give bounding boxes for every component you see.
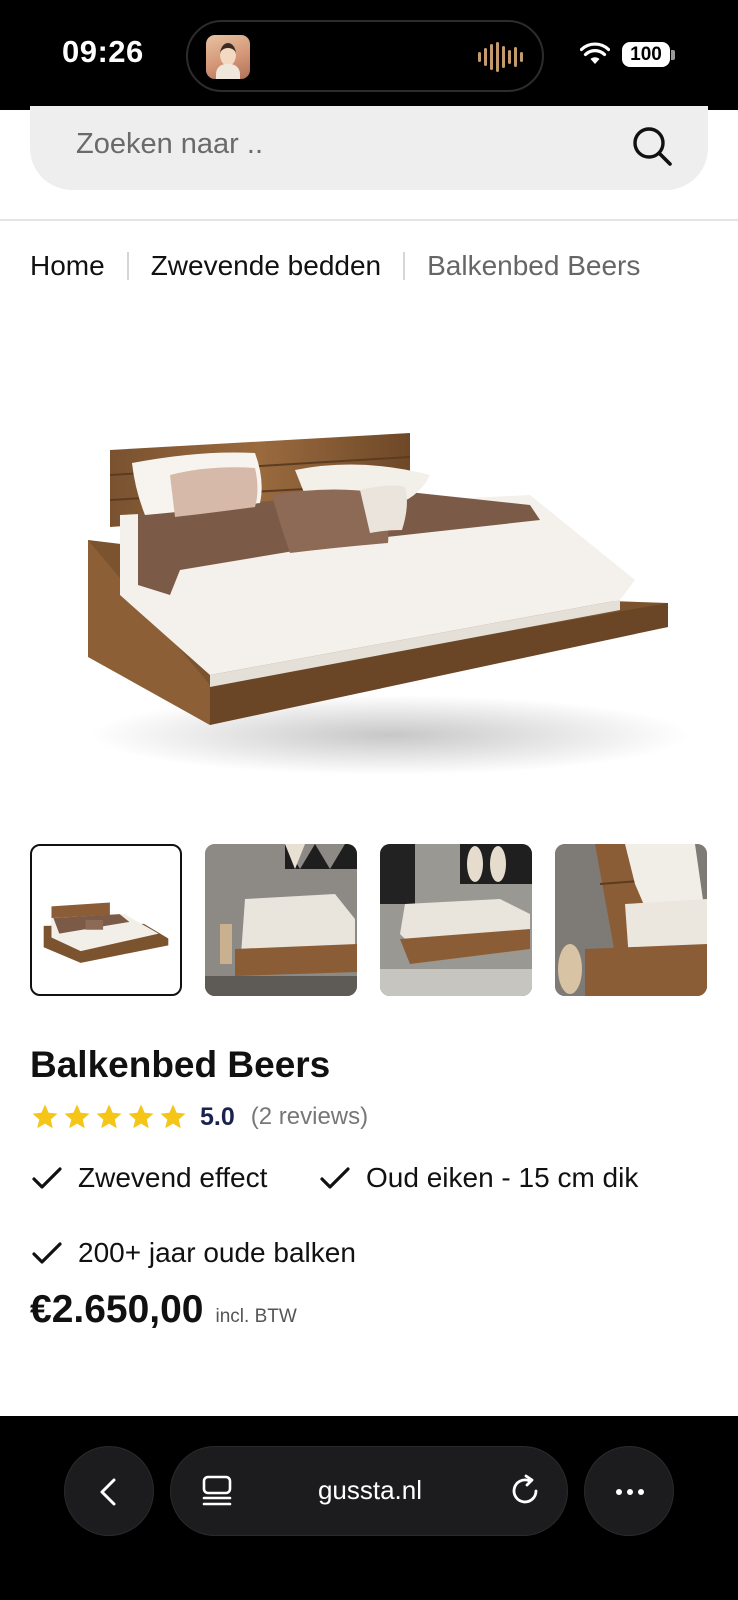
breadcrumb-separator: [126, 252, 129, 280]
star-icon: [64, 1104, 90, 1129]
star-icon: [32, 1104, 58, 1129]
check-icon: [32, 1242, 62, 1264]
audio-waveform-icon: [478, 42, 523, 72]
product-title: Balkenbed Beers: [30, 1044, 331, 1085]
price-block: €2.650,00 incl. BTW: [30, 1288, 297, 1332]
dynamic-island[interactable]: [186, 20, 544, 92]
address-bar[interactable]: gussta.nl: [170, 1446, 568, 1536]
usp-label: 200+ jaar oude balken: [78, 1237, 356, 1268]
check-icon: [32, 1167, 62, 1189]
usp-label: Oud eiken - 15 cm dik: [366, 1162, 639, 1193]
chevron-left-icon: [100, 1478, 116, 1506]
star-icon: [160, 1104, 186, 1129]
usp-item: 200+ jaar oude balken: [30, 1237, 356, 1269]
vat-note: incl. BTW: [215, 1306, 297, 1327]
thumbnail-4[interactable]: [555, 844, 707, 996]
now-playing-artwork: [206, 35, 250, 79]
clock-time: 09:26: [62, 34, 144, 69]
breadcrumb-separator: [403, 252, 406, 280]
product-rating[interactable]: 5.0 (2 reviews): [30, 1102, 368, 1132]
more-icon: [616, 1489, 644, 1495]
thumbnail-strip: [30, 844, 707, 996]
breadcrumb-category[interactable]: Zwevende bedden: [151, 250, 381, 282]
star-icon: [128, 1104, 154, 1129]
back-button[interactable]: [64, 1446, 154, 1536]
breadcrumb: Home Zwevende bedden Balkenbed Beers: [30, 250, 640, 282]
thumbnail-3[interactable]: [380, 844, 532, 996]
product-price: €2.650,00: [30, 1288, 204, 1331]
reload-icon[interactable]: [507, 1473, 543, 1509]
check-icon: [320, 1167, 350, 1189]
search-input[interactable]: [76, 128, 576, 161]
search-bar[interactable]: [30, 106, 708, 190]
wifi-icon: [580, 42, 610, 64]
breadcrumb-home[interactable]: Home: [30, 250, 105, 282]
more-options-button[interactable]: [584, 1446, 674, 1536]
review-count-link[interactable]: (2 reviews): [251, 1103, 368, 1131]
usp-item: Oud eiken - 15 cm dik: [318, 1162, 638, 1194]
status-bar: 09:26 100: [0, 0, 738, 110]
rating-score: 5.0: [200, 1102, 235, 1131]
thumbnail-2[interactable]: [205, 844, 357, 996]
usp-label: Zwevend effect: [78, 1162, 268, 1193]
search-icon[interactable]: [630, 124, 674, 168]
header-divider: [0, 219, 738, 221]
breadcrumb-current: Balkenbed Beers: [427, 250, 641, 281]
usp-item: Zwevend effect: [30, 1162, 267, 1194]
thumbnail-1[interactable]: [30, 844, 182, 996]
product-main-image[interactable]: [60, 395, 700, 815]
star-icon: [96, 1104, 122, 1129]
battery-nub: [671, 50, 675, 60]
browser-toolbar: gussta.nl: [0, 1416, 738, 1600]
battery-level: 100: [622, 42, 670, 67]
